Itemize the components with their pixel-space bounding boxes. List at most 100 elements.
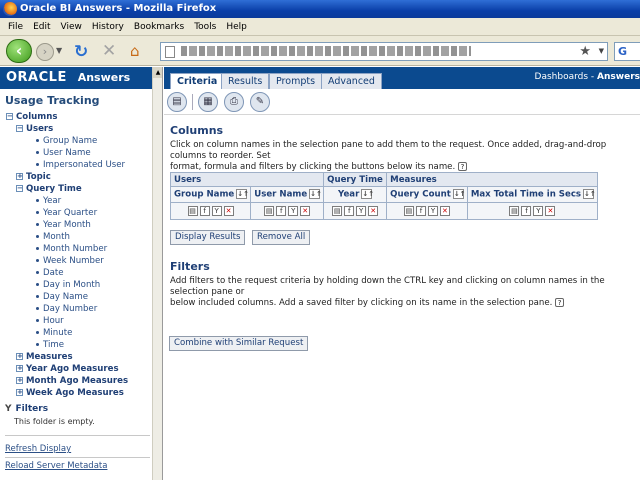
tab-criteria[interactable]: Criteria	[170, 73, 225, 89]
expand-icon[interactable]: +	[16, 389, 23, 396]
sort-icon[interactable]: ↓↑	[361, 189, 374, 200]
tree-folder[interactable]: + Year Ago Measures	[0, 363, 152, 375]
menu-bookmarks[interactable]: Bookmarks	[129, 18, 189, 36]
tree-column-item[interactable]: Time	[0, 339, 152, 351]
expand-icon[interactable]: +	[16, 377, 23, 384]
filters-folder[interactable]: Y Filters	[5, 404, 48, 414]
left-scrollbar[interactable]: ▲	[152, 67, 162, 480]
column-header[interactable]: Max Total Time in Secs ↓↑	[466, 186, 599, 203]
delete-icon[interactable]: ✕	[368, 205, 379, 216]
formula-icon[interactable]: f	[276, 205, 287, 216]
tree-column-item[interactable]: Group Name	[0, 135, 152, 147]
sort-icon[interactable]: ↓↑	[452, 189, 466, 200]
remove-all-button[interactable]: Remove All	[252, 230, 311, 245]
sort-icon[interactable]: ↓↑	[309, 189, 322, 200]
back-button[interactable]: ‹	[6, 39, 32, 63]
delete-icon[interactable]: ✕	[545, 205, 556, 216]
delete-icon[interactable]: ✕	[300, 205, 311, 216]
reload-metadata-link[interactable]: Reload Server Metadata	[5, 461, 107, 471]
filters-description-line2: below included columns. Add a saved filt…	[170, 298, 553, 308]
sort-icon[interactable]: ↓↑	[236, 189, 249, 200]
menu-view[interactable]: View	[56, 18, 87, 36]
chevron-down-icon[interactable]: ▼	[599, 47, 604, 55]
tree-folder[interactable]: + Week Ago Measures	[0, 387, 152, 399]
tab-prompts[interactable]: Prompts	[269, 73, 323, 89]
tree-folder[interactable]: − Columns	[0, 111, 152, 123]
refresh-display-link[interactable]: Refresh Display	[5, 444, 71, 454]
bookmark-star-icon[interactable]: ★	[579, 44, 591, 59]
column-properties-icon[interactable]: ▤	[187, 205, 198, 216]
collapse-icon[interactable]: −	[6, 113, 13, 120]
tree-folder[interactable]: + Topic	[0, 171, 152, 183]
tree-column-item[interactable]: Minute	[0, 327, 152, 339]
tree-column-item[interactable]: Day in Month	[0, 279, 152, 291]
menu-file[interactable]: File	[0, 18, 28, 36]
url-bar[interactable]: ★ ▼	[160, 42, 608, 61]
column-properties-icon[interactable]: ▤	[509, 205, 520, 216]
column-properties-icon[interactable]: ▤	[264, 205, 275, 216]
tab-results[interactable]: Results	[221, 73, 270, 89]
tree-column-item[interactable]: Day Number	[0, 303, 152, 315]
tree-folder[interactable]: − Query Time	[0, 183, 152, 195]
tree-column-item[interactable]: Hour	[0, 315, 152, 327]
filter-icon[interactable]: Y	[356, 205, 367, 216]
reload-button[interactable]: ↻	[74, 42, 88, 62]
tree-column-item[interactable]: Year Quarter	[0, 207, 152, 219]
formula-icon[interactable]: f	[344, 205, 355, 216]
sort-icon[interactable]: ↓↑	[583, 189, 596, 200]
tree-column-item[interactable]: Date	[0, 267, 152, 279]
menu-help[interactable]: Help	[221, 18, 252, 36]
menu-history[interactable]: History	[87, 18, 129, 36]
home-button[interactable]: ⌂	[130, 42, 140, 60]
column-properties-icon[interactable]: ▤	[403, 205, 414, 216]
delete-icon[interactable]: ✕	[223, 205, 234, 216]
tree-column-item[interactable]: Month Number	[0, 243, 152, 255]
tree-column-item[interactable]: Year	[0, 195, 152, 207]
column-header[interactable]: Group Name ↓↑	[169, 186, 252, 203]
help-icon[interactable]: ?	[457, 162, 467, 171]
filter-icon[interactable]: Y	[533, 205, 544, 216]
filter-icon[interactable]: Y	[288, 205, 299, 216]
stop-button[interactable]: ✕	[102, 41, 116, 61]
arrow-right-icon: ›	[42, 45, 48, 58]
dashboards-link[interactable]: Dashboards - Answers	[535, 72, 640, 82]
delete-icon[interactable]: ✕	[439, 205, 450, 216]
expand-icon[interactable]: +	[16, 365, 23, 372]
print-icon[interactable]: ⎙	[224, 92, 244, 112]
history-dropdown[interactable]: ▼	[56, 46, 62, 55]
tree-folder[interactable]: + Month Ago Measures	[0, 375, 152, 387]
collapse-icon[interactable]: −	[16, 125, 23, 132]
collapse-icon[interactable]: −	[16, 185, 23, 192]
tab-advanced[interactable]: Advanced	[321, 73, 382, 89]
tree-folder[interactable]: + Measures	[0, 351, 152, 363]
tree-column-item[interactable]: Week Number	[0, 255, 152, 267]
search-box[interactable]: G	[614, 42, 640, 61]
expand-icon[interactable]: +	[16, 353, 23, 360]
filter-icon[interactable]: Y	[427, 205, 438, 216]
filter-icon[interactable]: Y	[211, 205, 222, 216]
column-header[interactable]: Query Count ↓↑	[386, 186, 468, 203]
formula-icon[interactable]: f	[521, 205, 532, 216]
column-header[interactable]: Year ↓↑	[323, 186, 388, 203]
tree-column-item[interactable]: Month	[0, 231, 152, 243]
display-results-button[interactable]: Display Results	[170, 230, 246, 245]
help-icon[interactable]: ?	[555, 298, 565, 307]
tree-column-item[interactable]: Impersonated User	[0, 159, 152, 171]
menu-tools[interactable]: Tools	[189, 18, 221, 36]
column-header[interactable]: User Name ↓↑	[250, 186, 325, 203]
forward-button[interactable]: ›	[36, 43, 54, 61]
tree-column-item[interactable]: Day Name	[0, 291, 152, 303]
save-request-icon[interactable]: ▤	[167, 92, 187, 112]
combine-similar-request-button[interactable]: Combine with Similar Request	[169, 336, 309, 351]
scroll-up-icon[interactable]: ▲	[153, 67, 162, 78]
formula-icon[interactable]: f	[415, 205, 426, 216]
formula-icon[interactable]: f	[199, 205, 210, 216]
tree-folder[interactable]: − Users	[0, 123, 152, 135]
tree-column-item[interactable]: User Name	[0, 147, 152, 159]
options-icon[interactable]: ✎	[250, 92, 270, 112]
tree-column-item[interactable]: Year Month	[0, 219, 152, 231]
expand-icon[interactable]: +	[16, 173, 23, 180]
table-view-icon[interactable]: ▦	[198, 92, 218, 112]
menu-edit[interactable]: Edit	[28, 18, 55, 36]
column-properties-icon[interactable]: ▤	[332, 205, 343, 216]
